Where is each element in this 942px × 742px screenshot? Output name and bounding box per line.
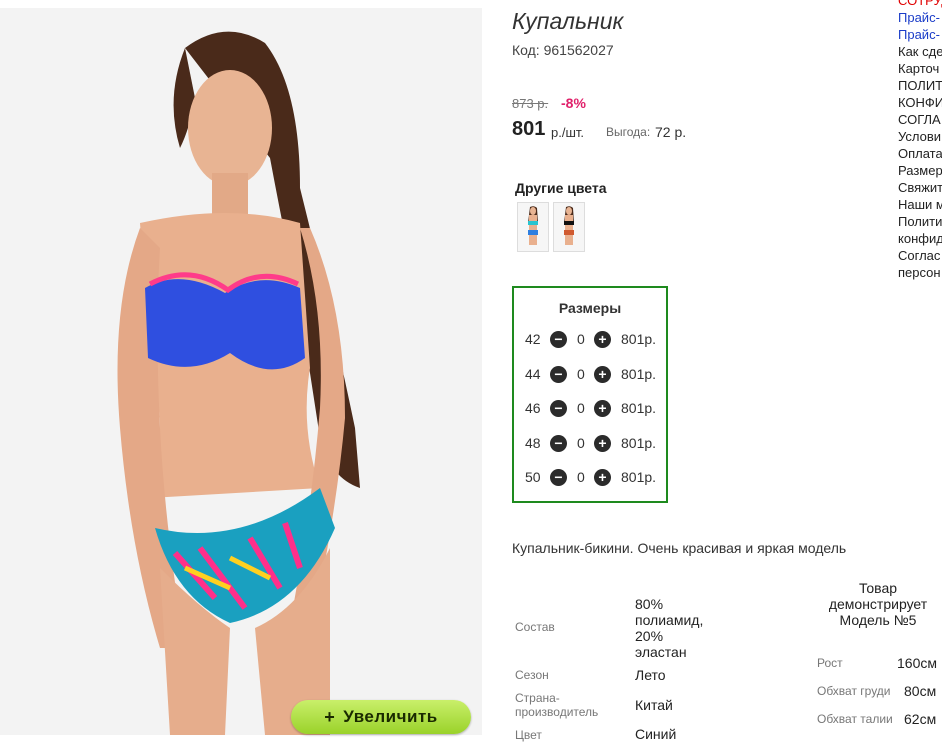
size-label: 42 [525, 331, 541, 347]
measurement-label-bust: Обхват груди [817, 684, 891, 698]
size-row-48: 48 − 0 + 801р. [514, 432, 666, 456]
product-description: Купальник-бикини. Очень красивая и яркая… [512, 540, 847, 556]
current-price: 801 [512, 118, 546, 140]
measurement-value-bust: 80см [904, 683, 937, 699]
size-label: 50 [525, 469, 541, 485]
sidebar-link-our[interactable]: Наши м [898, 196, 942, 213]
sidebar-link-personal-data[interactable]: персон [898, 264, 942, 281]
spec-label-composition: Состав [515, 620, 555, 634]
sizes-panel: Размеры 42 − 0 + 801р. 44 − 0 + 801р. 46… [512, 286, 668, 503]
plus-icon[interactable]: + [594, 331, 611, 348]
size-quantity: 0 [577, 469, 585, 485]
plus-icon[interactable]: + [594, 366, 611, 383]
size-quantity: 0 [577, 400, 585, 416]
sidebar-link-agreement[interactable]: СОГЛА [898, 111, 942, 128]
sidebar-link-consent[interactable]: Соглас [898, 247, 942, 264]
size-row-42: 42 − 0 + 801р. [514, 328, 666, 352]
product-title: Купальник [512, 8, 624, 34]
zoom-button[interactable]: + Увеличить [291, 700, 471, 734]
sidebar-link-payment[interactable]: Оплата [898, 145, 942, 162]
size-price: 801р. [621, 331, 657, 347]
spec-label-country: Страна-производитель [515, 691, 599, 719]
model-title: Товар демонстрирует Модель №5 [828, 580, 928, 628]
sidebar-link-employees[interactable]: СОТРУД [898, 0, 942, 9]
minus-icon[interactable]: − [550, 400, 567, 417]
size-label: 46 [525, 400, 541, 416]
sizes-title: Размеры [558, 300, 622, 316]
measurement-label-waist: Обхват талии [817, 712, 893, 726]
size-label: 48 [525, 435, 541, 451]
minus-icon[interactable]: − [550, 331, 567, 348]
swatch-black-thumbnail [554, 203, 584, 251]
minus-icon[interactable]: − [550, 435, 567, 452]
color-swatch-black[interactable] [553, 202, 585, 252]
color-swatch-turquoise[interactable] [517, 202, 549, 252]
sidebar-link-conditions[interactable]: Услови [898, 128, 942, 145]
sidebar-link-pricelist-1[interactable]: Прайс- [898, 9, 942, 26]
price-unit: р./шт. [551, 125, 585, 140]
sidebar-link-contact[interactable]: Свяжит [898, 179, 942, 196]
minus-icon[interactable]: − [550, 366, 567, 383]
sidebar-link-pricelist-2[interactable]: Прайс- [898, 26, 942, 43]
model-photo-illustration [0, 8, 482, 735]
size-quantity: 0 [577, 331, 585, 347]
sidebar-link-card[interactable]: Карточ [898, 60, 942, 77]
size-price: 801р. [621, 400, 657, 416]
size-row-44: 44 − 0 + 801р. [514, 363, 666, 387]
sidebar-link-privacy-policy[interactable]: Полити [898, 213, 942, 230]
sidebar-link-how-to-order[interactable]: Как сде [898, 43, 942, 60]
measurement-value-height: 160см [897, 655, 937, 671]
size-quantity: 0 [577, 366, 585, 382]
sidebar-link-policy[interactable]: ПОЛИТ [898, 77, 942, 94]
spec-value-color: Синий [635, 726, 677, 742]
size-label: 44 [525, 366, 541, 382]
spec-value-season: Лето [635, 667, 666, 683]
size-price: 801р. [621, 469, 657, 485]
size-row-50: 50 − 0 + 801р. [514, 466, 666, 490]
sidebar-link-privacy-policy-2[interactable]: конфид [898, 230, 942, 247]
sidebar-link-sizes[interactable]: Размер [898, 162, 942, 179]
zoom-button-label: Увеличить [343, 707, 438, 726]
spec-label-color: Цвет [515, 728, 542, 742]
spec-value-country: Китай [635, 697, 673, 713]
profit-label: Выгода: [606, 125, 651, 139]
plus-icon[interactable]: + [594, 400, 611, 417]
minus-icon[interactable]: − [550, 469, 567, 486]
sidebar-link-confidentiality[interactable]: КОНФИ [898, 94, 942, 111]
sidebar-links: СОТРУД Прайс- Прайс- Как сде Карточ ПОЛИ… [898, 0, 942, 281]
other-colors-title: Другие цвета [515, 180, 607, 196]
plus-icon: + [324, 706, 336, 727]
size-quantity: 0 [577, 435, 585, 451]
product-photo[interactable] [0, 8, 482, 735]
spec-label-season: Сезон [515, 668, 549, 682]
profit-value: 72 р. [655, 124, 687, 140]
spec-value-composition: 80% полиамид, 20% эластан [635, 596, 704, 660]
product-code: Код: 961562027 [512, 42, 614, 58]
size-row-46: 46 − 0 + 801р. [514, 397, 666, 421]
size-price: 801р. [621, 435, 657, 451]
plus-icon[interactable]: + [594, 469, 611, 486]
measurement-value-waist: 62см [904, 711, 937, 727]
measurement-label-height: Рост [817, 656, 843, 670]
discount-badge: -8% [561, 95, 586, 111]
swatch-turquoise-thumbnail [518, 203, 548, 251]
size-price: 801р. [621, 366, 657, 382]
old-price: 873 р. [512, 96, 549, 111]
plus-icon[interactable]: + [594, 435, 611, 452]
